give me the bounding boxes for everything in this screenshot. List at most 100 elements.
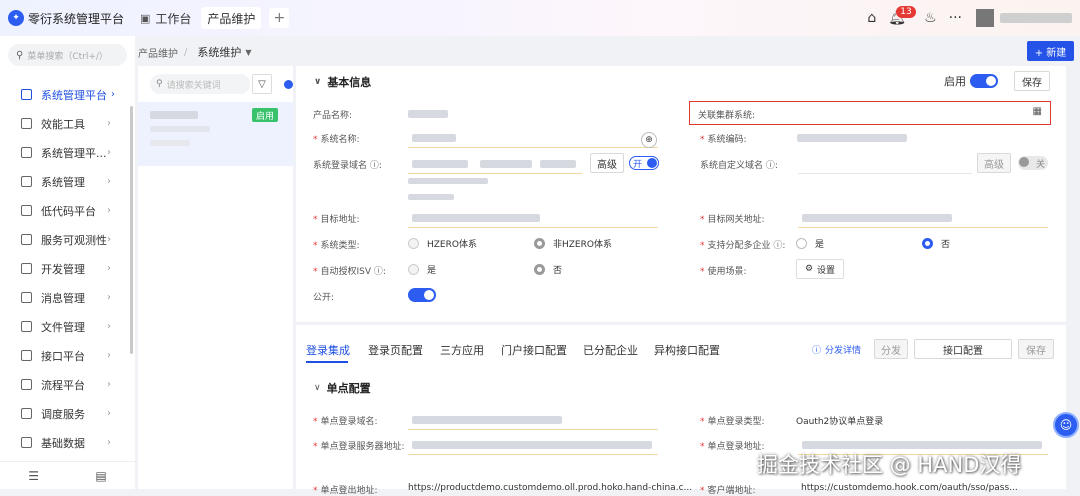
breadcrumb-parent[interactable]: 产品维护 (138, 45, 178, 60)
table-select-icon[interactable]: ▦ (1033, 106, 1042, 117)
menu-search-input[interactable]: ⚲ 菜单搜索（Ctrl+/） (8, 44, 127, 66)
assistant-float-button[interactable]: ☺ (1053, 412, 1079, 438)
sidebar-item-system-management[interactable]: 系统管理 › (0, 167, 135, 196)
sidebar-item-system-platform-2[interactable]: 系统管理平... › (0, 138, 135, 167)
add-tab-button[interactable]: + (269, 8, 290, 28)
sidebar-item-system-platform[interactable]: 系统管理平台 › (0, 80, 135, 109)
radio-isv-no[interactable]: 否 (534, 263, 562, 276)
tab-workbench[interactable]: ▣ 工作台 (134, 7, 197, 29)
panel-save-button[interactable]: 保存 (1018, 339, 1054, 359)
public-toggle[interactable] (408, 288, 436, 302)
related-cluster-field-highlighted[interactable]: 关联集群系统: ▦ (689, 101, 1051, 125)
breadcrumb-current[interactable]: 系统维护 (197, 44, 241, 60)
chevron-right-icon: › (107, 205, 111, 216)
chevron-right-icon: › (107, 321, 111, 332)
sidebar-item-workflow-platform[interactable]: 流程平台 › (0, 370, 135, 399)
chevron-right-icon: › (107, 263, 111, 274)
caret-down-icon[interactable]: ▼ (245, 48, 251, 57)
sso-logout-value[interactable]: https://productdemo.customdemo.oll.prod.… (408, 483, 692, 493)
custom-domain-toggle[interactable]: 关 (1018, 156, 1048, 170)
advanced-button[interactable]: 高级 (590, 153, 624, 173)
save-button[interactable]: 保存 (1014, 71, 1050, 91)
distribute-button[interactable]: 分发 (874, 339, 908, 359)
tab-assigned-enterprises[interactable]: 已分配企业 (583, 342, 638, 358)
sidebar-item-basic-data[interactable]: 基础数据 › (0, 428, 135, 457)
multi-enterprise-label: * 支持分配多企业 ⓘ: (700, 241, 786, 251)
chevron-right-icon: › (107, 437, 111, 448)
tab-heterogeneous-interface-config[interactable]: 异构接口配置 (654, 342, 720, 358)
custom-domain-input[interactable] (798, 154, 972, 174)
more-icon[interactable]: ··· (949, 10, 962, 26)
tab-third-party-apps[interactable]: 三方应用 (440, 342, 484, 358)
login-domain-toggle[interactable]: 开 (629, 156, 659, 170)
list-item[interactable]: 启用 (138, 102, 293, 166)
radio-multi-yes[interactable]: 是 (796, 237, 824, 250)
sidebar-item-label: 系统管理 (41, 175, 85, 189)
list-search-input[interactable]: ⚲ 请搜索关键词 (150, 74, 250, 94)
avatar[interactable] (976, 9, 994, 27)
filter-icon[interactable]: ▽ (252, 74, 272, 94)
sidebar-item-low-code[interactable]: 低代码平台 › (0, 196, 135, 225)
globe-icon[interactable]: ⊕ (641, 132, 657, 148)
target-gateway-label: * 目标网关地址: (700, 215, 765, 225)
sidebar-item-interface-platform[interactable]: 接口平台 › (0, 341, 135, 370)
radio-hzero[interactable]: HZERO体系 (408, 237, 477, 250)
home-icon[interactable]: ⌂ (867, 10, 876, 26)
custom-advanced-button[interactable]: 高级 (977, 153, 1011, 173)
radio-isv-yes[interactable]: 是 (408, 263, 436, 276)
client-url-value[interactable]: https://customdemo.hook.com/oauth/sso/pa… (801, 483, 1018, 493)
chef-hat-icon[interactable]: ♨ (924, 10, 937, 26)
section-title-basic-info[interactable]: ∨ 基本信息 (314, 74, 371, 90)
radio-non-hzero[interactable]: 非HZERO体系 (534, 237, 612, 250)
chevron-right-icon: › (107, 147, 111, 158)
chevron-right-icon: › (107, 234, 111, 245)
sidebar-scrollbar[interactable] (130, 106, 133, 354)
menu-search-placeholder: 菜单搜索（Ctrl+/） (27, 51, 108, 62)
sidebar-item-label: 调度服务 (41, 407, 85, 421)
system-name-input[interactable] (408, 128, 658, 148)
target-address-input[interactable] (408, 208, 658, 228)
sso-server-input[interactable] (408, 435, 658, 455)
chevron-right-icon: › (107, 379, 111, 390)
module-icon (21, 408, 32, 419)
enable-toggle[interactable] (970, 74, 998, 88)
sso-type-value[interactable]: Oauth2协议单点登录 (796, 414, 883, 427)
sidebar-menu: 系统管理平台 › 效能工具 › 系统管理平... › 系统管理 › 低代码平台 › 服务可… (0, 80, 135, 457)
sidebar-item-message-management[interactable]: 消息管理 › (0, 283, 135, 312)
distribute-detail-link[interactable]: ⓘ 分发详情 (812, 343, 861, 356)
document-icon[interactable]: ▤ (95, 469, 106, 483)
module-icon (21, 118, 32, 129)
interface-config-button[interactable]: 接口配置 (914, 339, 1012, 359)
chevron-down-icon: ∨ (314, 77, 322, 87)
sidebar-item-file-management[interactable]: 文件管理 › (0, 312, 135, 341)
radio-multi-no[interactable]: 否 (922, 237, 950, 250)
chevron-right-icon: › (107, 292, 111, 303)
tab-portal-interface-config[interactable]: 门户接口配置 (501, 342, 567, 358)
collapse-pane-icon[interactable] (284, 80, 293, 89)
tab-product-maintenance[interactable]: 产品维护 (201, 7, 262, 29)
auto-isv-label: * 自动授权ISV ⓘ: (313, 267, 386, 277)
sidebar-item-dev-management[interactable]: 开发管理 › (0, 254, 135, 283)
user-name-blurred[interactable] (1000, 13, 1072, 23)
login-domain-input[interactable] (408, 154, 582, 174)
sidebar-item-label: 低代码平台 (41, 204, 96, 218)
sidebar-item-label: 文件管理 (41, 320, 85, 334)
new-button[interactable]: + 新建 (1027, 41, 1074, 61)
section-title-sso[interactable]: ∨ 单点配置 (314, 380, 371, 396)
target-gateway-input[interactable] (798, 208, 1048, 228)
settings-button[interactable]: ⚙ 设置 (796, 259, 844, 279)
sidebar-item-scheduler[interactable]: 调度服务 › (0, 399, 135, 428)
sso-domain-input[interactable] (408, 410, 658, 430)
module-icon (21, 321, 32, 332)
tab-login-page-config[interactable]: 登录页配置 (368, 342, 423, 358)
system-code-value (793, 128, 1053, 148)
notification-icon[interactable]: 🔔︎ 13 (888, 6, 916, 26)
sidebar-item-efficiency-tools[interactable]: 效能工具 › (0, 109, 135, 138)
status-badge: 启用 (252, 108, 278, 122)
sidebar-item-observability[interactable]: 服务可观测性 › (0, 225, 135, 254)
collapse-menu-icon[interactable]: ☰ (28, 469, 39, 483)
info-icon: ⓘ (812, 346, 822, 356)
app-logo[interactable]: ✦ 零衍系统管理平台 (8, 10, 134, 27)
module-icon (21, 176, 32, 187)
tab-login-integration[interactable]: 登录集成 (306, 342, 350, 358)
